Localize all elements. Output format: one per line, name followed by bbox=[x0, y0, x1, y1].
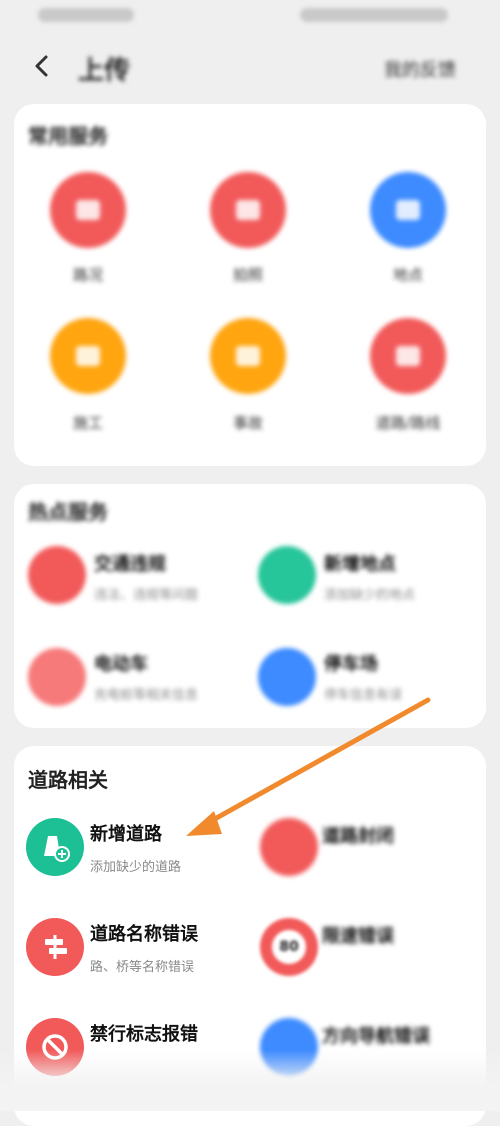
add-road-sub: 添加缺少的道路 bbox=[90, 860, 182, 875]
service-icon-0[interactable] bbox=[50, 172, 126, 248]
speed-limit-title[interactable]: 限速错误 bbox=[322, 922, 394, 948]
service-icon-5[interactable] bbox=[370, 318, 446, 394]
status-bar bbox=[0, 0, 500, 34]
speed-limit-icon[interactable]: 80 bbox=[260, 918, 318, 976]
hot-item-sub-0: 违法、违规等问题 bbox=[94, 588, 199, 603]
service-label-4: 事故 bbox=[232, 414, 263, 432]
section-title-hot: 热点服务 bbox=[28, 500, 108, 524]
hot-item-title-3[interactable]: 停车场 bbox=[324, 650, 378, 676]
top-bar: 上传 我的反馈 bbox=[0, 34, 500, 96]
road-name-error-title[interactable]: 道路名称错误 bbox=[90, 920, 198, 946]
service-icon-4[interactable] bbox=[210, 318, 286, 394]
hot-item-sub-2: 充电桩等相关信息 bbox=[94, 688, 199, 703]
hot-item-icon-1[interactable] bbox=[258, 546, 316, 604]
road-closure-icon[interactable] bbox=[260, 818, 318, 876]
hot-item-title-0[interactable]: 交通违规 bbox=[94, 550, 166, 576]
road-name-error-sub: 路、桥等名称错误 bbox=[90, 960, 195, 975]
hot-item-title-2[interactable]: 电动车 bbox=[94, 650, 148, 676]
add-road-icon[interactable] bbox=[26, 818, 84, 876]
road-name-error-icon[interactable] bbox=[26, 918, 84, 976]
hot-item-title-1[interactable]: 新增地点 bbox=[324, 550, 396, 576]
service-label-0: 路况 bbox=[72, 266, 103, 284]
hot-item-icon-3[interactable] bbox=[258, 648, 316, 706]
speed-limit-value: 80 bbox=[279, 939, 299, 955]
my-feedback-link[interactable]: 我的反馈 bbox=[384, 56, 456, 82]
direction-error-title[interactable]: 方向导航错误 bbox=[322, 1022, 430, 1048]
hot-services-card: 热点服务 交通违规 违法、违规等问题 新增地点 添加缺少的地点 电动车 充电桩等… bbox=[14, 484, 486, 728]
service-label-2: 地点 bbox=[392, 266, 423, 284]
back-arrow-icon[interactable] bbox=[28, 52, 56, 80]
status-bar-right bbox=[300, 8, 448, 22]
service-label-5: 道路/路线 bbox=[375, 414, 441, 432]
hot-item-icon-0[interactable] bbox=[28, 546, 86, 604]
bottom-fade bbox=[0, 1050, 500, 1111]
service-label-3: 施工 bbox=[72, 414, 103, 432]
service-icon-1[interactable] bbox=[210, 172, 286, 248]
common-services-card: 常用服务 路况 拍照 地点 施工 事故 道路/路线 bbox=[14, 104, 486, 466]
service-icon-3[interactable] bbox=[50, 318, 126, 394]
service-icon-2[interactable] bbox=[370, 172, 446, 248]
page-title: 上传 bbox=[78, 56, 131, 86]
road-closure-title[interactable]: 道路封闭 bbox=[322, 822, 394, 848]
hot-item-icon-2[interactable] bbox=[28, 648, 86, 706]
section-title-common: 常用服务 bbox=[28, 124, 108, 148]
hot-item-sub-1: 添加缺少的地点 bbox=[324, 588, 416, 603]
service-label-1: 拍照 bbox=[232, 266, 263, 284]
section-title-road: 道路相关 bbox=[28, 768, 108, 792]
no-entry-sign-title[interactable]: 禁行标志报错 bbox=[90, 1020, 198, 1046]
status-bar-left bbox=[38, 8, 134, 22]
add-road-title[interactable]: 新增道路 bbox=[90, 820, 162, 846]
hot-item-sub-3: 停车信息有误 bbox=[324, 688, 403, 703]
